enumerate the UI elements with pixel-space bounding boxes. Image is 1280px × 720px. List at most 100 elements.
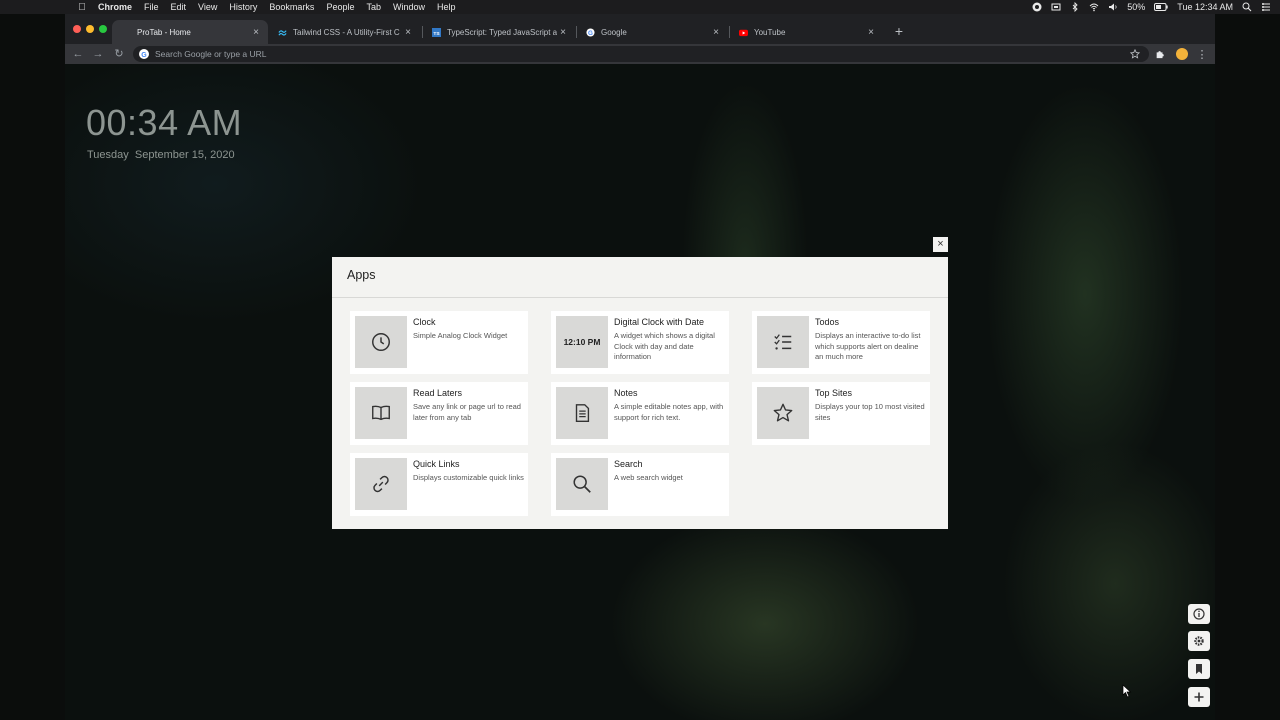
- tab-google[interactable]: G Google ×: [576, 20, 728, 44]
- modal-close-button[interactable]: ×: [933, 237, 948, 252]
- app-description: A web search widget: [614, 473, 683, 482]
- app-card-read-laters[interactable]: Read Laters Save any link or page url to…: [350, 382, 528, 445]
- apple-icon[interactable]: : [76, 2, 88, 13]
- menu-history[interactable]: History: [229, 2, 257, 12]
- menu-bookmarks[interactable]: Bookmarks: [269, 2, 314, 12]
- checklist-icon: [774, 334, 792, 350]
- app-card-top-sites[interactable]: Top Sites Displays your top 10 most visi…: [752, 382, 930, 445]
- close-window-button[interactable]: [73, 25, 81, 33]
- record-icon[interactable]: [1032, 2, 1042, 12]
- tab-typescript[interactable]: TS TypeScript: Typed JavaScript a ×: [422, 20, 575, 44]
- wifi-icon[interactable]: [1089, 2, 1099, 12]
- address-bar[interactable]: G: [133, 46, 1149, 62]
- new-tab-button[interactable]: +: [891, 23, 907, 39]
- battery-percent: 50%: [1127, 2, 1146, 12]
- spotlight-search-icon[interactable]: [1242, 2, 1252, 12]
- minimize-window-button[interactable]: [86, 25, 94, 33]
- tab-title: Google: [601, 27, 627, 37]
- app-card-digital-clock[interactable]: 12:10 PM Digital Clock with Date A widge…: [551, 311, 729, 374]
- omnibox-input[interactable]: [155, 49, 1055, 59]
- browser-toolbar: ← → ↻ G ⋮: [65, 44, 1215, 64]
- clock-icon: [372, 333, 390, 351]
- bookmark-star-icon[interactable]: [1128, 47, 1142, 61]
- menu-edit[interactable]: Edit: [171, 2, 187, 12]
- control-center-icon[interactable]: [1261, 2, 1271, 12]
- app-description: A widget which shows a digital Clock wit…: [614, 331, 715, 361]
- app-card-clock[interactable]: Clock Simple Analog Clock Widget: [350, 311, 528, 374]
- battery-icon[interactable]: [1154, 3, 1168, 11]
- zoom-window-button[interactable]: [99, 25, 107, 33]
- info-button[interactable]: [1188, 604, 1210, 624]
- app-card-quick-links[interactable]: Quick Links Displays customizable quick …: [350, 453, 528, 516]
- tab-strip: ProTab - Home × Tailwind CSS - A Utility…: [65, 14, 1215, 44]
- google-icon: G: [139, 49, 149, 59]
- extensions-puzzle-icon[interactable]: [1153, 47, 1167, 61]
- app-thumb: [355, 458, 407, 510]
- add-widget-button[interactable]: [1188, 687, 1210, 707]
- apps-modal: Apps Clock Simple Analog Clock Widget 12…: [332, 257, 948, 529]
- app-name: Quick Links: [413, 459, 460, 469]
- app-thumb: [757, 387, 809, 439]
- menubar-datetime[interactable]: Tue 12:34 AM: [1177, 2, 1233, 12]
- book-icon: [372, 405, 390, 421]
- app-name: Top Sites: [815, 388, 853, 398]
- mouse-cursor-icon: [1122, 684, 1132, 698]
- tab-youtube[interactable]: YouTube ×: [729, 20, 883, 44]
- bookmarks-button[interactable]: [1188, 659, 1210, 679]
- forward-arrow-icon[interactable]: →: [90, 46, 106, 62]
- tab-close-icon[interactable]: ×: [402, 27, 414, 38]
- tab-close-icon[interactable]: ×: [710, 27, 722, 38]
- settings-icon: [1194, 636, 1204, 646]
- menu-file[interactable]: File: [144, 2, 159, 12]
- info-icon: [1193, 608, 1205, 620]
- svg-text:G: G: [588, 30, 593, 37]
- menu-window[interactable]: Window: [393, 2, 425, 12]
- menu-view[interactable]: View: [198, 2, 217, 12]
- clock-time: 00:34 AM: [86, 102, 243, 143]
- app-thumb: [355, 387, 407, 439]
- browser-window: ProTab - Home × Tailwind CSS - A Utility…: [65, 14, 1215, 720]
- app-name: Clock: [413, 317, 436, 327]
- tab-title: YouTube: [754, 27, 786, 37]
- tailwind-icon: [278, 28, 287, 37]
- app-thumb: [556, 387, 608, 439]
- chrome-menu-icon[interactable]: ⋮: [1195, 47, 1209, 61]
- app-description: A simple editable notes app, with suppor…: [614, 402, 724, 422]
- tab-title: TypeScript: Typed JavaScript a: [447, 27, 557, 37]
- menu-help[interactable]: Help: [437, 2, 456, 12]
- app-card-search[interactable]: Search A web search widget: [551, 453, 729, 516]
- volume-icon[interactable]: [1108, 2, 1118, 12]
- macos-menu-bar:  Chrome File Edit View History Bookmark…: [0, 0, 1280, 14]
- window-controls: [73, 25, 112, 33]
- app-description: Simple Analog Clock Widget: [413, 331, 508, 340]
- reload-icon[interactable]: ↻: [111, 46, 127, 62]
- app-thumb: [757, 316, 809, 368]
- app-card-todos[interactable]: Todos Displays an interactive to-do list…: [752, 311, 930, 374]
- menu-tab[interactable]: Tab: [366, 2, 381, 12]
- app-thumb: [355, 316, 407, 368]
- app-name: Digital Clock with Date: [614, 317, 705, 327]
- star-icon: [773, 403, 793, 422]
- svg-text:G: G: [141, 52, 147, 59]
- link-icon: [373, 475, 389, 493]
- clock-date: Tuesday September 15, 2020: [87, 149, 235, 161]
- bluetooth-icon[interactable]: [1070, 2, 1080, 12]
- app-name: Todos: [815, 317, 840, 327]
- tab-tailwind[interactable]: Tailwind CSS - A Utility-First C ×: [268, 20, 420, 44]
- modal-title: Apps: [347, 268, 376, 282]
- app-name: Notes: [614, 388, 638, 398]
- settings-button[interactable]: [1188, 631, 1210, 651]
- tab-close-icon[interactable]: ×: [250, 27, 262, 38]
- plus-icon: [1194, 692, 1204, 702]
- menu-people[interactable]: People: [326, 2, 354, 12]
- profile-avatar[interactable]: [1175, 47, 1189, 61]
- tab-protab-home[interactable]: ProTab - Home ×: [112, 20, 268, 44]
- digital-clock-preview: 12:10 PM: [563, 337, 601, 347]
- tab-close-icon[interactable]: ×: [557, 27, 569, 38]
- divider: [332, 297, 948, 298]
- tab-close-icon[interactable]: ×: [865, 27, 877, 38]
- app-card-notes[interactable]: Notes A simple editable notes app, with …: [551, 382, 729, 445]
- back-arrow-icon[interactable]: ←: [70, 46, 86, 62]
- menu-app-name[interactable]: Chrome: [98, 2, 132, 12]
- screen-icon[interactable]: [1051, 2, 1061, 12]
